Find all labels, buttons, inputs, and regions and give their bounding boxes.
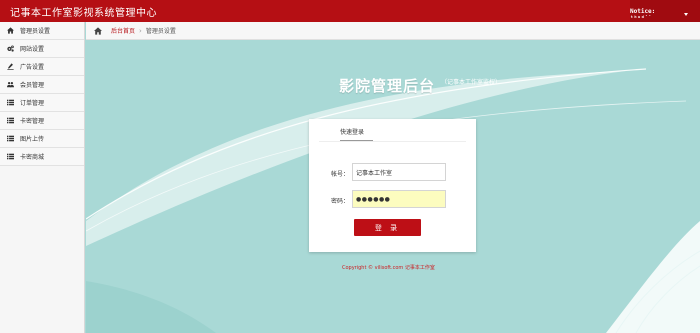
gears-icon bbox=[6, 44, 15, 53]
chevron-down-icon bbox=[684, 12, 688, 16]
login-button[interactable]: 登 录 bbox=[354, 219, 421, 236]
users-icon bbox=[6, 80, 15, 89]
notice-label: Notice: ᵗʰᵘᵈ˙˙ bbox=[630, 8, 662, 22]
sidebar-item-member-management[interactable]: 会员管理 bbox=[0, 76, 84, 94]
app-title: 记事本工作室影视系统管理中心 bbox=[10, 8, 157, 19]
notice-dropdown[interactable]: Notice: ᵗʰᵘᵈ˙˙ bbox=[630, 6, 688, 22]
notice-menu[interactable]: Notice: ᵗʰᵘᵈ˙˙ bbox=[630, 0, 700, 22]
sidebar-item-admin-settings[interactable]: 管理员设置 bbox=[0, 22, 84, 40]
top-bar: 记事本工作室影视系统管理中心 Notice: ᵗʰᵘᵈ˙˙ bbox=[0, 0, 700, 22]
username-label: 帐号： bbox=[331, 171, 350, 178]
sidebar-item-site-settings[interactable]: 网站设置 bbox=[0, 40, 84, 58]
sidebar-item-card-shop[interactable]: 卡密商城 bbox=[0, 148, 84, 166]
breadcrumb-current: 管理员设置 bbox=[145, 28, 176, 35]
list-icon bbox=[6, 152, 15, 161]
sidebar-item-label: 网站设置 bbox=[20, 46, 45, 53]
sidebar: 管理员设置 网站设置 广告设置 会员管理 订单管理 卡密管理 图片上传 卡密商城 bbox=[0, 22, 85, 333]
username-field[interactable]: 记事本工作室 bbox=[352, 163, 446, 181]
password-label: 密码： bbox=[331, 198, 350, 205]
copyright-text: Copyright © vilisoft.com 记事本工作室 bbox=[342, 265, 435, 271]
breadcrumb: 后台首页 › 管理员设置 bbox=[86, 22, 700, 40]
breadcrumb-home-link[interactable]: 后台首页 bbox=[111, 26, 135, 35]
page-heading: 影院管理后台 bbox=[339, 77, 436, 95]
list-icon bbox=[6, 134, 15, 143]
breadcrumb-separator: › bbox=[139, 26, 142, 35]
pen-icon bbox=[6, 62, 15, 71]
tab-quick-login[interactable]: 快速登录 bbox=[340, 127, 373, 141]
sidebar-item-label: 卡密商城 bbox=[20, 154, 45, 161]
sidebar-item-card-management[interactable]: 卡密管理 bbox=[0, 112, 84, 130]
list-icon bbox=[6, 98, 15, 107]
sidebar-item-label: 会员管理 bbox=[20, 82, 45, 89]
sidebar-item-ad-settings[interactable]: 广告设置 bbox=[0, 58, 84, 76]
tab-divider bbox=[319, 141, 466, 142]
sidebar-item-label: 管理员设置 bbox=[20, 28, 51, 35]
sidebar-item-label: 卡密管理 bbox=[20, 118, 45, 125]
page-subheading: （记事本工作室监权） bbox=[441, 79, 502, 86]
password-field[interactable]: ●●●●●● bbox=[352, 190, 446, 208]
login-card: 快速登录 帐号： 记事本工作室 密码： ●●●●●● 登 录 bbox=[309, 119, 476, 252]
sidebar-item-order-management[interactable]: 订单管理 bbox=[0, 94, 84, 112]
main-content: 影院管理后台 （记事本工作室监权） 快速登录 帐号： 记事本工作室 密码： ●●… bbox=[86, 41, 700, 333]
list-icon bbox=[6, 116, 15, 125]
sidebar-item-label: 订单管理 bbox=[20, 100, 45, 107]
sidebar-item-image-upload[interactable]: 图片上传 bbox=[0, 130, 84, 148]
home-icon bbox=[6, 26, 15, 35]
sidebar-item-label: 广告设置 bbox=[20, 64, 45, 71]
sidebar-item-label: 图片上传 bbox=[20, 136, 45, 143]
home-icon[interactable] bbox=[94, 26, 102, 35]
